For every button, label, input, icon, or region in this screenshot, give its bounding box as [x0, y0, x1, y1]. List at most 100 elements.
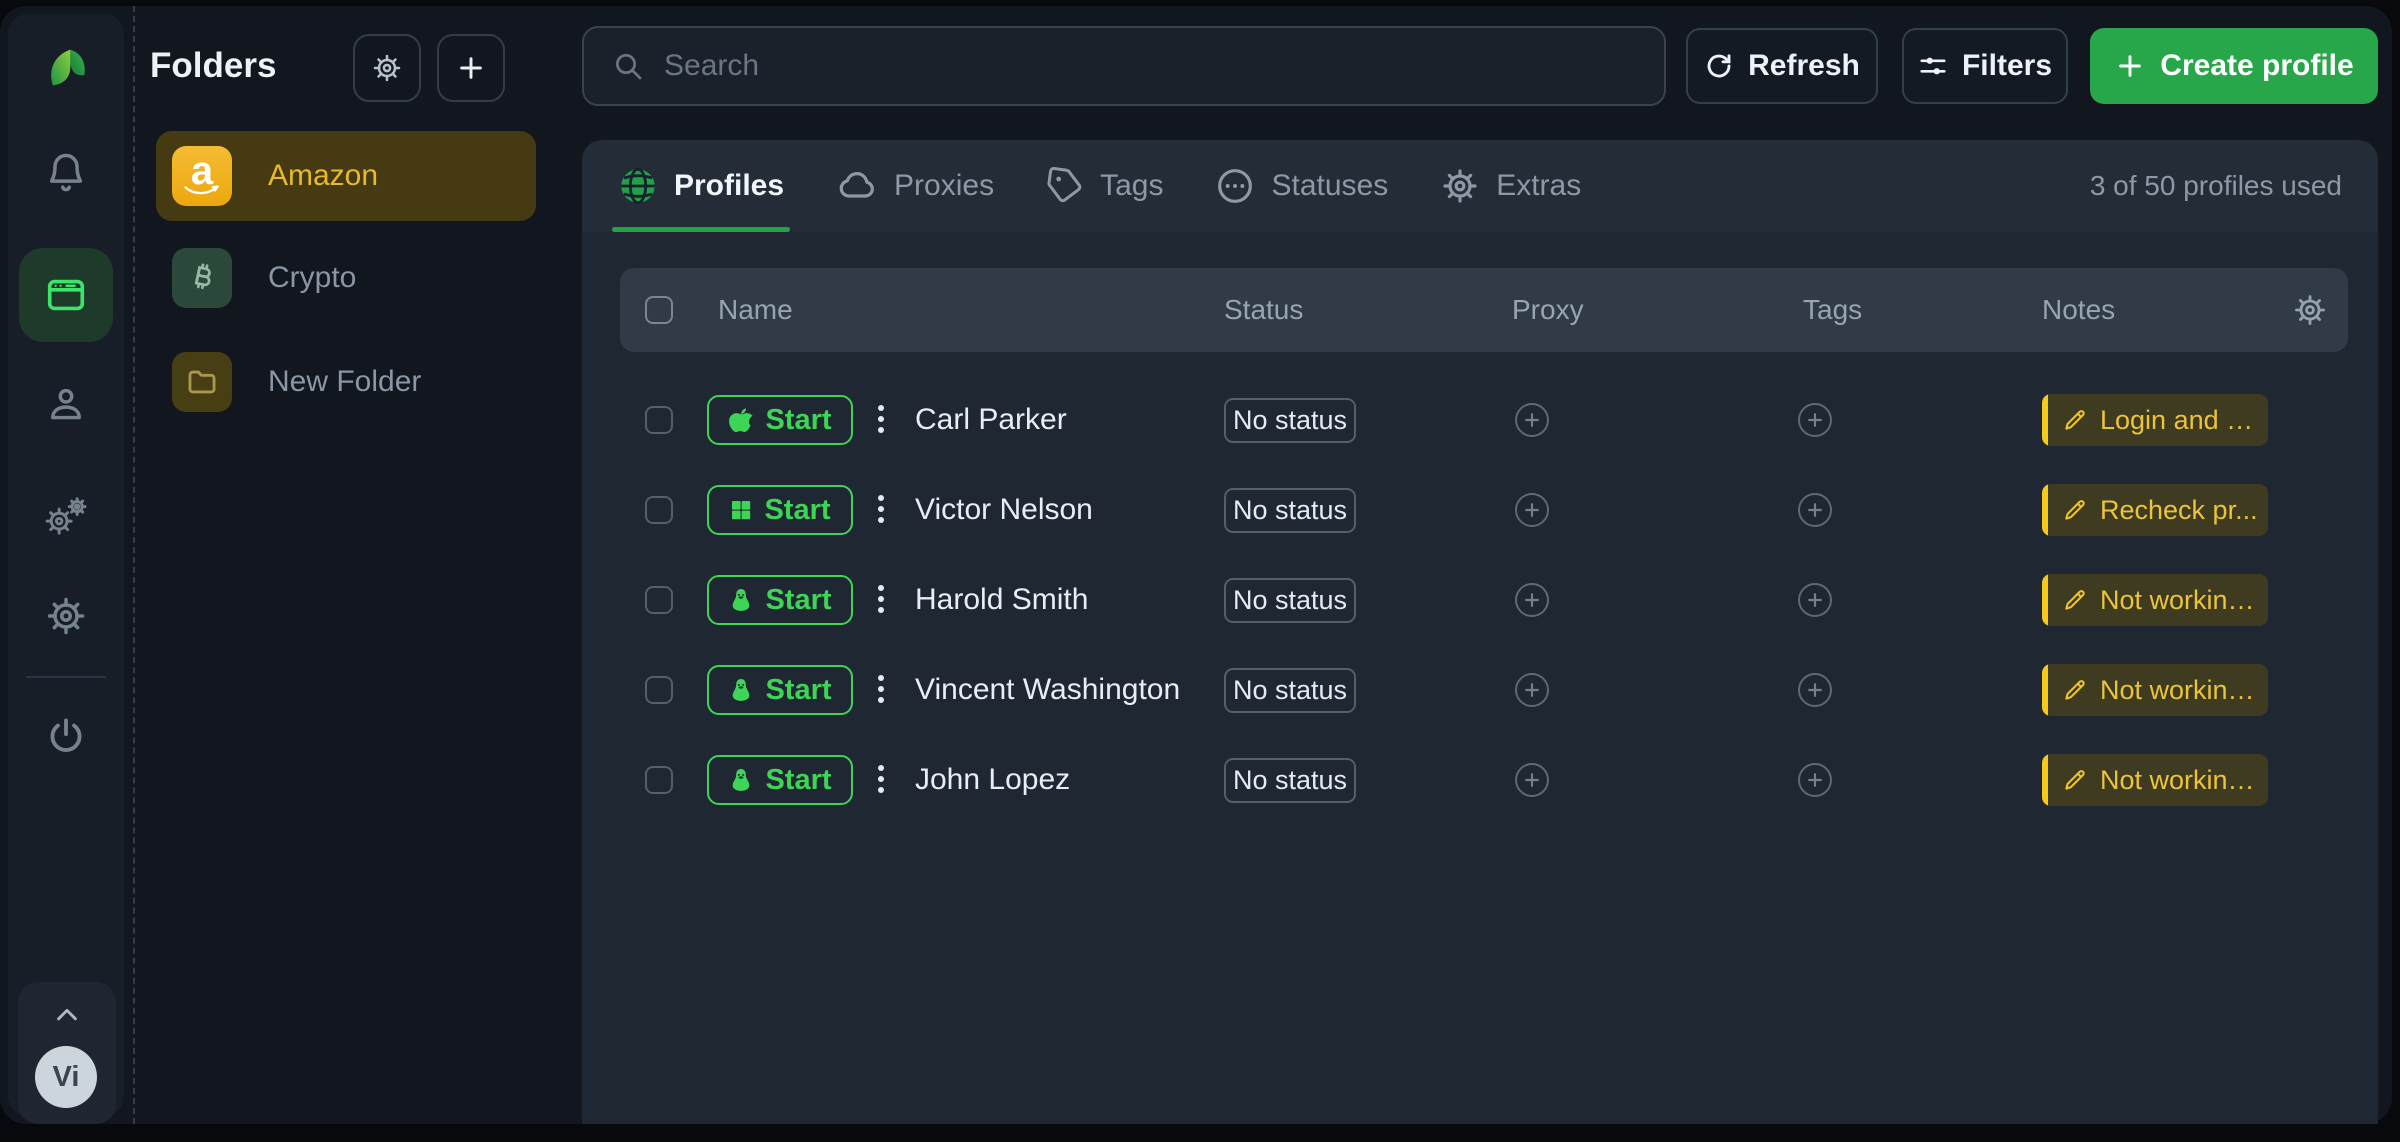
add-tag-button[interactable]	[1798, 763, 1832, 797]
filters-label: Filters	[1962, 49, 2052, 83]
note-accent-bar	[2042, 394, 2048, 446]
folders-title: Folders	[150, 46, 276, 86]
app-logo-icon	[38, 40, 94, 96]
select-all-checkbox[interactable]	[645, 296, 673, 324]
profile-name[interactable]: Carl Parker	[915, 375, 1067, 465]
filters-icon	[1918, 51, 1948, 81]
add-tag-button[interactable]	[1798, 403, 1832, 437]
search-input[interactable]	[662, 48, 1644, 84]
note-chip[interactable]: Not working...	[2042, 664, 2268, 716]
profile-name[interactable]: John Lopez	[915, 735, 1070, 825]
plus-icon	[1522, 500, 1542, 520]
table-row: Start Carl Parker No status Login and p.…	[582, 375, 2378, 465]
table-settings-gear-icon[interactable]	[2292, 292, 2328, 328]
row-menu-kebab[interactable]	[878, 585, 886, 613]
plus-icon	[1805, 500, 1825, 520]
refresh-icon	[1704, 51, 1734, 81]
folder-item-crypto[interactable]: Crypto	[156, 233, 536, 323]
tab-statuses[interactable]: Statuses	[1215, 166, 1388, 206]
plus-icon	[1805, 680, 1825, 700]
start-profile-button[interactable]: Start	[707, 395, 853, 445]
add-proxy-button[interactable]	[1515, 583, 1549, 617]
linux-icon	[728, 677, 754, 703]
tab-tags[interactable]: Tags	[1046, 167, 1163, 205]
row-checkbox[interactable]	[645, 766, 673, 794]
add-tag-button[interactable]	[1798, 493, 1832, 527]
note-accent-bar	[2042, 664, 2048, 716]
tab-profiles[interactable]: Profiles	[618, 166, 784, 206]
row-checkbox[interactable]	[645, 586, 673, 614]
note-accent-bar	[2042, 574, 2048, 626]
settings-gear-icon[interactable]	[44, 594, 88, 638]
add-proxy-button[interactable]	[1515, 673, 1549, 707]
status-badge[interactable]: No status	[1224, 758, 1356, 803]
add-proxy-button[interactable]	[1515, 403, 1549, 437]
folder-name: Amazon	[268, 159, 378, 193]
accounts-person-icon[interactable]	[44, 382, 88, 426]
table-row: Start John Lopez No status Not working..…	[582, 735, 2378, 825]
add-tag-button[interactable]	[1798, 583, 1832, 617]
row-menu-kebab[interactable]	[878, 495, 886, 523]
create-profile-label: Create profile	[2160, 49, 2353, 83]
plus-icon	[2114, 50, 2146, 82]
user-avatar[interactable]: Vi	[35, 1046, 97, 1108]
power-logout-icon[interactable]	[44, 714, 88, 758]
profile-name[interactable]: Victor Nelson	[915, 465, 1093, 555]
column-header-name: Name	[718, 268, 793, 352]
status-badge[interactable]: No status	[1224, 488, 1356, 533]
nav-profiles-active[interactable]	[19, 248, 113, 342]
status-badge[interactable]: No status	[1224, 578, 1356, 623]
note-accent-bar	[2042, 484, 2048, 536]
profiles-usage-text: 3 of 50 profiles used	[2090, 170, 2342, 202]
status-dots-icon	[1215, 166, 1255, 206]
profile-name[interactable]: Harold Smith	[915, 555, 1088, 645]
search-icon	[612, 50, 644, 82]
status-badge[interactable]: No status	[1224, 398, 1356, 443]
pencil-icon	[2062, 677, 2088, 703]
apple-icon	[728, 407, 754, 433]
start-profile-button[interactable]: Start	[707, 575, 853, 625]
plus-icon	[1805, 590, 1825, 610]
folder-item-amazon[interactable]: a Amazon	[156, 131, 536, 221]
row-checkbox[interactable]	[645, 676, 673, 704]
refresh-button[interactable]: Refresh	[1686, 28, 1878, 104]
tab-proxies[interactable]: Proxies	[836, 166, 994, 206]
add-tag-button[interactable]	[1798, 673, 1832, 707]
folders-settings-button[interactable]	[353, 34, 421, 102]
rail-separator	[26, 676, 106, 678]
column-header-status: Status	[1224, 268, 1303, 352]
note-chip[interactable]: Login and p...	[2042, 394, 2268, 446]
create-profile-button[interactable]: Create profile	[2090, 28, 2378, 104]
plus-icon	[1522, 410, 1542, 430]
row-checkbox[interactable]	[645, 496, 673, 524]
filters-button[interactable]: Filters	[1902, 28, 2068, 104]
add-folder-button[interactable]	[437, 34, 505, 102]
row-menu-kebab[interactable]	[878, 765, 886, 793]
add-proxy-button[interactable]	[1515, 763, 1549, 797]
status-badge[interactable]: No status	[1224, 668, 1356, 713]
note-chip[interactable]: Not working...	[2042, 754, 2268, 806]
tab-extras[interactable]: Extras	[1440, 166, 1581, 206]
automation-gears-icon[interactable]	[42, 492, 90, 540]
add-proxy-button[interactable]	[1515, 493, 1549, 527]
profile-name[interactable]: Vincent Washington	[915, 645, 1180, 735]
notifications-bell-icon[interactable]	[44, 150, 88, 194]
note-accent-bar	[2042, 754, 2048, 806]
plus-icon	[1522, 590, 1542, 610]
folder-item-new-folder[interactable]: New Folder	[156, 337, 536, 427]
table-row: Start Vincent Washington No status Not w…	[582, 645, 2378, 735]
start-profile-button[interactable]: Start	[707, 485, 853, 535]
table-row: Start Victor Nelson No status Recheck pr…	[582, 465, 2378, 555]
tab-label: Extras	[1496, 169, 1581, 203]
start-profile-button[interactable]: Start	[707, 755, 853, 805]
linux-icon	[728, 587, 754, 613]
note-chip[interactable]: Recheck pr...	[2042, 484, 2268, 536]
row-menu-kebab[interactable]	[878, 675, 886, 703]
windows-icon	[729, 498, 753, 522]
note-chip[interactable]: Not working...	[2042, 574, 2268, 626]
start-profile-button[interactable]: Start	[707, 665, 853, 715]
row-menu-kebab[interactable]	[878, 405, 886, 433]
folder-icon	[172, 352, 232, 412]
panel-divider	[133, 6, 135, 1124]
row-checkbox[interactable]	[645, 406, 673, 434]
